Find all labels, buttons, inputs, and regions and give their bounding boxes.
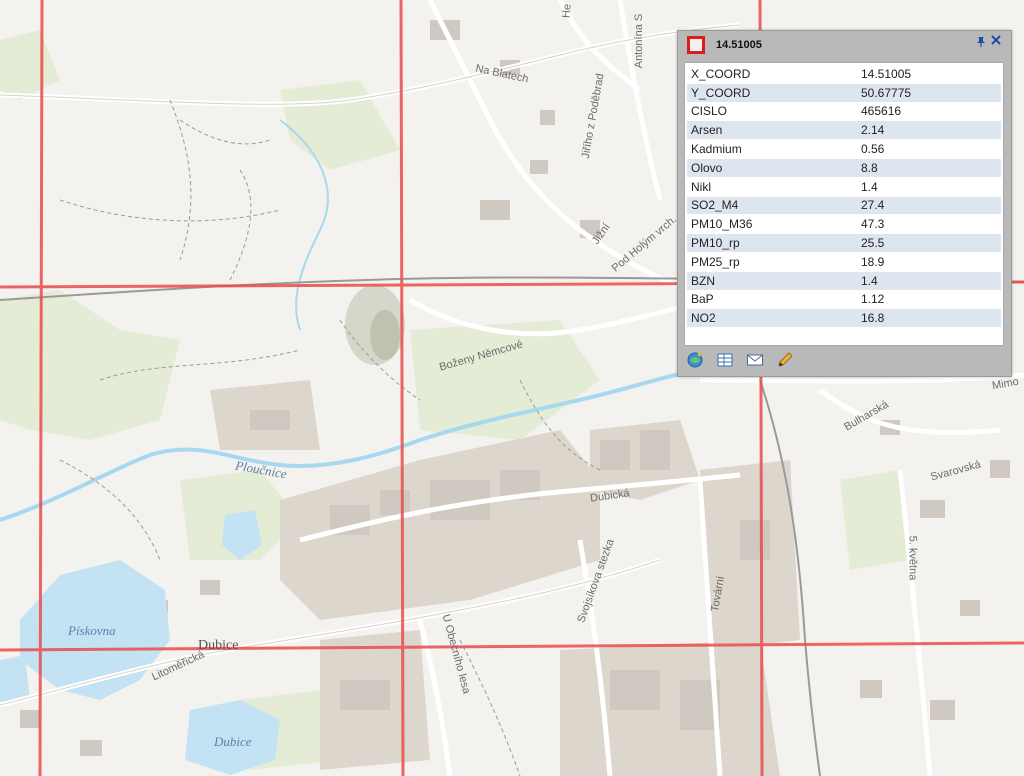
attribute-value: 47.3 xyxy=(861,217,885,232)
attribute-value: 2.14 xyxy=(857,121,1001,140)
zoom-to-icon[interactable] xyxy=(686,351,704,369)
edit-pencil-icon[interactable] xyxy=(776,351,794,369)
attribute-key: BZN xyxy=(687,271,857,290)
table-row: Arsen 2.14 xyxy=(687,121,1001,140)
attribute-value: 16.8 xyxy=(857,309,1001,328)
attribute-key: Kadmium xyxy=(691,142,742,157)
pin-icon[interactable] xyxy=(974,35,988,49)
popup-toolbar xyxy=(684,351,1002,371)
attribute-value: 1.4 xyxy=(861,179,878,194)
attribute-key: BaP xyxy=(691,292,714,307)
close-icon-glyph xyxy=(991,35,1001,45)
street-label-he: He xyxy=(560,3,574,19)
table-row: Y_COORD 50.67775 xyxy=(687,83,1001,102)
attribute-key: NO2 xyxy=(687,309,857,328)
table-row: PM25_rp 18.9 xyxy=(687,253,1001,271)
attribute-value: 465616 xyxy=(861,104,902,119)
attribute-key: PM10_M36 xyxy=(691,217,753,232)
attribute-table: X_COORD 14.51005 Y_COORD 50.67775 CISLO 465… xyxy=(687,64,1001,328)
attribute-value: 8.8 xyxy=(857,158,1001,177)
attribute-value: 18.9 xyxy=(861,254,885,269)
attribute-key: X_COORD xyxy=(691,66,751,81)
email-icon-glyph xyxy=(747,354,763,366)
email-icon[interactable] xyxy=(746,351,764,369)
table-row: Kadmium 0.56 xyxy=(687,140,1001,158)
table-row: BaP 1.12 xyxy=(687,291,1001,309)
attribute-value: 1.12 xyxy=(861,292,885,307)
hill-shade-core xyxy=(370,310,400,360)
table-row: SO2_M4 27.4 xyxy=(687,196,1001,215)
attribute-key: SO2_M4 xyxy=(687,196,857,215)
town-label-dubice: Dubice xyxy=(198,638,239,653)
table-row: BZN 1.4 xyxy=(687,271,1001,290)
table-row: X_COORD 14.51005 xyxy=(687,65,1001,83)
attribute-key: PM25_rp xyxy=(691,254,740,269)
close-icon[interactable] xyxy=(989,34,1003,48)
attribute-key: Olovo xyxy=(687,158,857,177)
grid-line-v1 xyxy=(38,0,44,776)
attribute-value: 25.5 xyxy=(857,234,1001,252)
attribute-table-icon-glyph xyxy=(717,353,733,367)
attribute-value: 1.4 xyxy=(857,271,1001,290)
attribute-key: Arsen xyxy=(687,121,857,140)
grid-line-v2 xyxy=(399,0,405,776)
attribute-key: Y_COORD xyxy=(687,83,857,102)
attribute-value: 27.4 xyxy=(857,196,1001,215)
attribute-value: 0.56 xyxy=(861,142,885,157)
table-row: Olovo 8.8 xyxy=(687,158,1001,177)
street-label-5-kvetna: 5. května xyxy=(906,535,919,581)
table-row: Nikl 1.4 xyxy=(687,178,1001,196)
street-label-antonina: Antonína S xyxy=(633,13,646,69)
attribute-key: PM10_rp xyxy=(687,234,857,252)
attribute-value: 14.51005 xyxy=(861,66,912,81)
water-label-dubice: Dubice xyxy=(214,734,252,749)
popup-title: 14.51005 xyxy=(716,39,762,51)
table-row: CISLO 465616 xyxy=(687,103,1001,121)
attribute-key: CISLO xyxy=(691,104,728,119)
pin-icon-glyph xyxy=(977,37,985,47)
popup-header[interactable]: 14.51005 xyxy=(678,31,1011,59)
attribute-value: 50.67775 xyxy=(857,83,1001,102)
attribute-table-icon[interactable] xyxy=(716,351,734,369)
zoom-to-icon-glyph xyxy=(687,352,703,368)
identify-popup: 14.51005 X_COORD 14.51005 Y_COORD 50.67775… xyxy=(677,30,1012,377)
table-row: PM10_M36 47.3 xyxy=(687,215,1001,233)
feature-symbol-icon xyxy=(687,36,705,54)
attribute-panel: X_COORD 14.51005 Y_COORD 50.67775 CISLO 465… xyxy=(684,62,1004,346)
water-label-piskovna: Pískovna xyxy=(68,623,116,638)
table-row: PM10_rp 25.5 xyxy=(687,234,1001,252)
table-row: NO2 16.8 xyxy=(687,309,1001,328)
attribute-key: Nikl xyxy=(691,179,711,194)
edit-pencil-icon-glyph xyxy=(778,352,793,367)
